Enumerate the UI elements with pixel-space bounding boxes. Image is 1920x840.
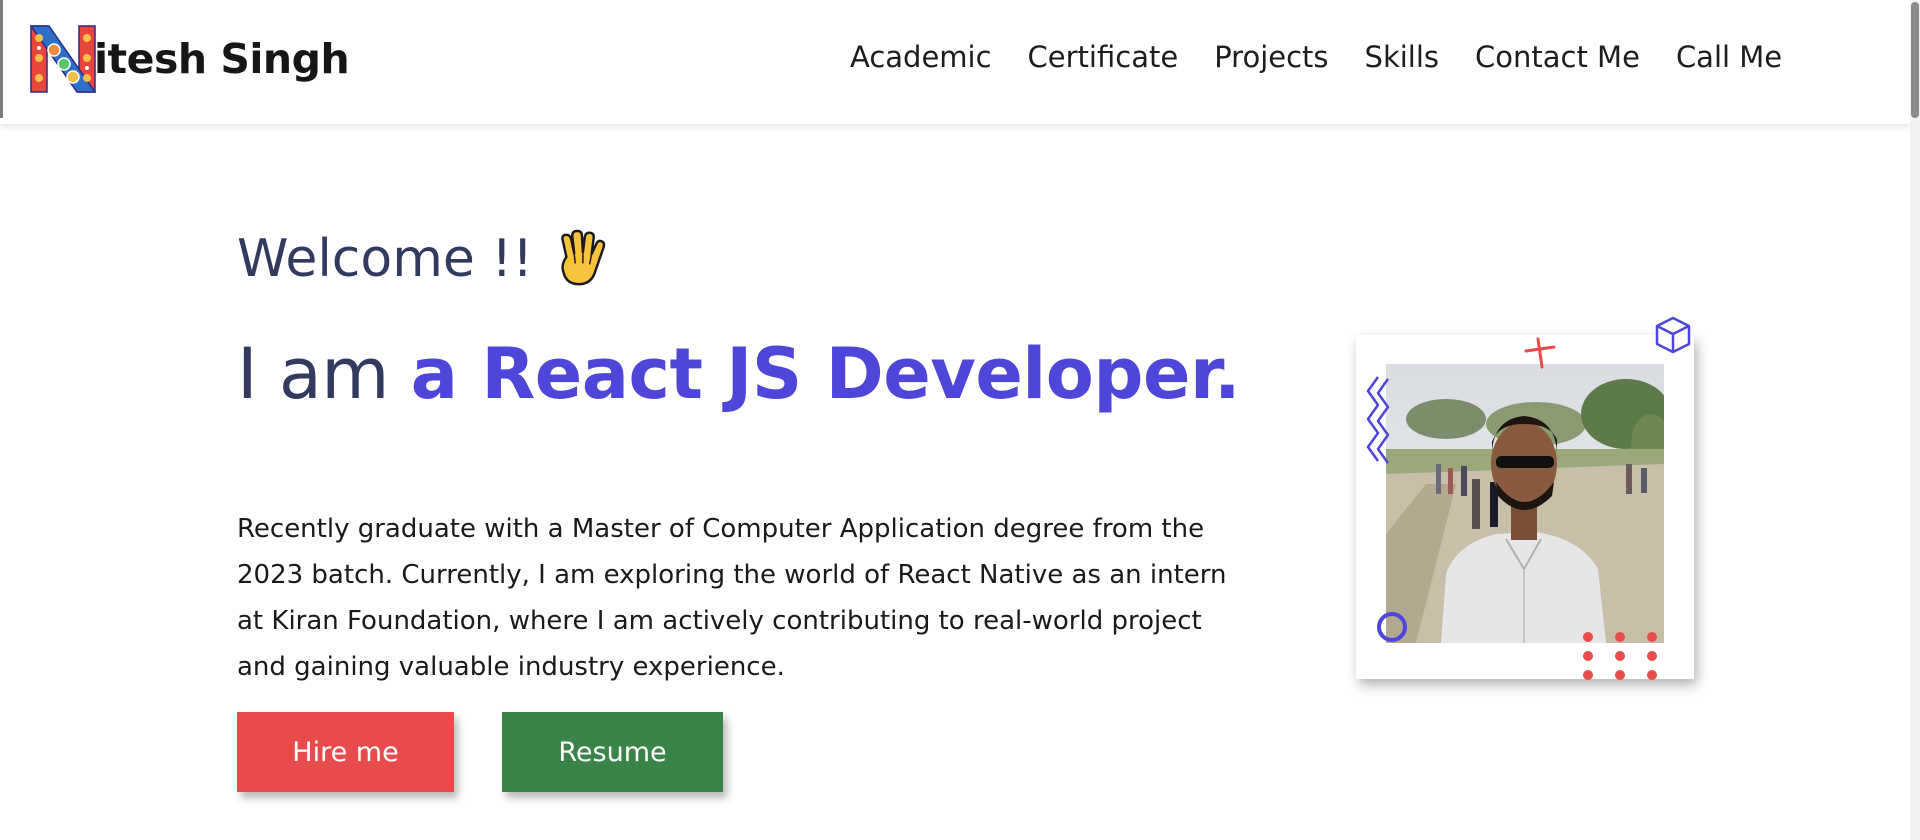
cross-icon bbox=[1524, 337, 1556, 369]
logo-name: itesh Singh bbox=[94, 35, 350, 83]
window-edge bbox=[0, 0, 3, 118]
ring-icon bbox=[1377, 612, 1407, 642]
nav-item-projects[interactable]: Projects bbox=[1214, 40, 1328, 74]
site-header: itesh Singh Academic Certificate Project… bbox=[0, 0, 1910, 124]
nav-item-skills[interactable]: Skills bbox=[1365, 40, 1439, 74]
nav-item-academic[interactable]: Academic bbox=[850, 40, 992, 74]
cube-icon bbox=[1655, 316, 1691, 354]
scrollbar-thumb[interactable] bbox=[1911, 2, 1919, 118]
hire-me-button[interactable]: Hire me bbox=[237, 712, 454, 792]
intro-paragraph: Recently graduate with a Master of Compu… bbox=[237, 514, 1227, 682]
headline-role: a React JS Developer. bbox=[410, 333, 1241, 415]
hero-headline: I am a React JS Developer. bbox=[237, 333, 1241, 415]
main-nav: Academic Certificate Projects Skills Con… bbox=[850, 40, 1818, 74]
page: itesh Singh Academic Certificate Project… bbox=[0, 0, 1920, 840]
nav-item-contact-me[interactable]: Contact Me bbox=[1475, 40, 1640, 74]
resume-button[interactable]: Resume bbox=[502, 712, 723, 792]
nav-item-call-me[interactable]: Call Me bbox=[1676, 40, 1782, 74]
site-logo[interactable]: itesh Singh bbox=[30, 24, 350, 94]
decorative-n-logo-icon bbox=[30, 25, 96, 93]
headline-prefix: I am bbox=[237, 333, 411, 415]
waving-hand-icon bbox=[561, 229, 606, 286]
page-scrollbar[interactable] bbox=[1910, 0, 1920, 840]
welcome-text: Welcome !! bbox=[237, 229, 534, 289]
profile-photo bbox=[1386, 364, 1664, 643]
nav-item-certificate[interactable]: Certificate bbox=[1028, 40, 1179, 74]
welcome-heading: Welcome !! bbox=[237, 228, 611, 290]
profile-photo-card bbox=[1356, 316, 1694, 680]
dot-grid-icon bbox=[1583, 632, 1657, 680]
zigzag-icon bbox=[1366, 376, 1390, 464]
